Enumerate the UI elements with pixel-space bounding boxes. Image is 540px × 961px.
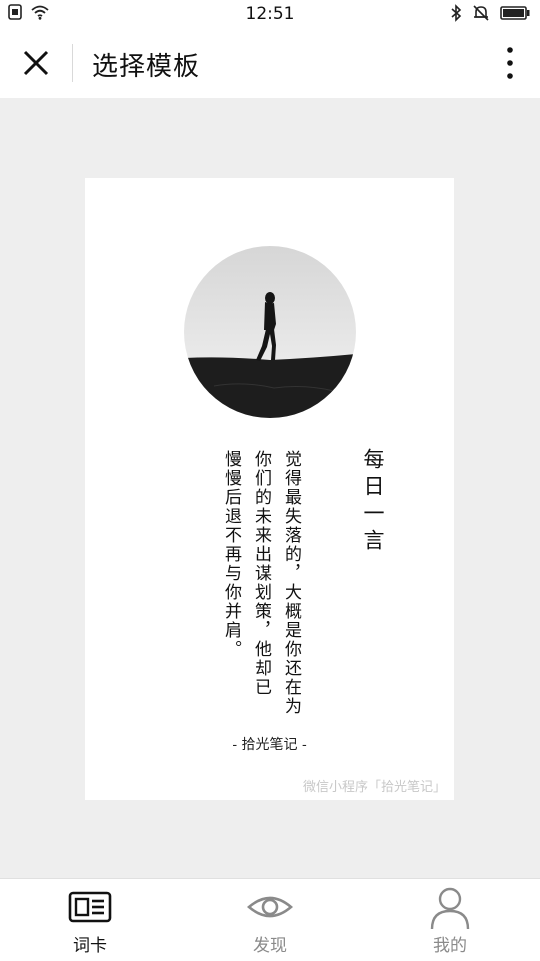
close-icon[interactable] xyxy=(20,47,52,79)
id-card-icon xyxy=(68,891,112,923)
eye-icon xyxy=(247,896,293,918)
status-bar: 12:51 xyxy=(0,0,540,30)
card-watermark: 微信小程序「拾光笔记」 xyxy=(302,780,446,795)
bluetooth-icon xyxy=(451,4,462,22)
tab-word-card[interactable]: 词卡 xyxy=(0,879,180,961)
quote-card[interactable]: 每日一言 觉得最失落的，大概是你还在为 你们的未来出谋划策，他却已 慢慢后退不再… xyxy=(85,178,454,800)
bottom-tab-bar: 词卡 发现 我的 xyxy=(0,878,540,961)
navigation-bar: 选择模板 xyxy=(0,30,540,98)
nav-divider xyxy=(72,44,73,82)
tab-discover-label: 发现 xyxy=(253,936,287,956)
quote-line-3: 慢慢后退不再与你并肩。 xyxy=(221,450,241,659)
person-icon xyxy=(430,887,470,929)
page-title: 选择模板 xyxy=(92,52,201,82)
tab-mine[interactable]: 我的 xyxy=(360,879,540,961)
tab-mine-label: 我的 xyxy=(433,936,467,956)
more-options-icon[interactable] xyxy=(502,46,518,80)
quote-line-2: 你们的未来出谋划策，他却已 xyxy=(251,450,271,697)
tab-word-card-label: 词卡 xyxy=(73,936,107,956)
tab-discover[interactable]: 发现 xyxy=(180,879,360,961)
card-signature: - 拾光笔记 - xyxy=(232,737,307,753)
card-heading: 每日一言 xyxy=(361,448,385,556)
quote-line-1: 觉得最失落的，大概是你还在为 xyxy=(281,450,301,716)
template-preview-area: 每日一言 觉得最失落的，大概是你还在为 你们的未来出谋划策，他却已 慢慢后退不再… xyxy=(0,98,540,878)
battery-icon xyxy=(500,6,530,20)
mute-bell-icon xyxy=(473,5,489,21)
silhouette-image xyxy=(184,246,356,418)
